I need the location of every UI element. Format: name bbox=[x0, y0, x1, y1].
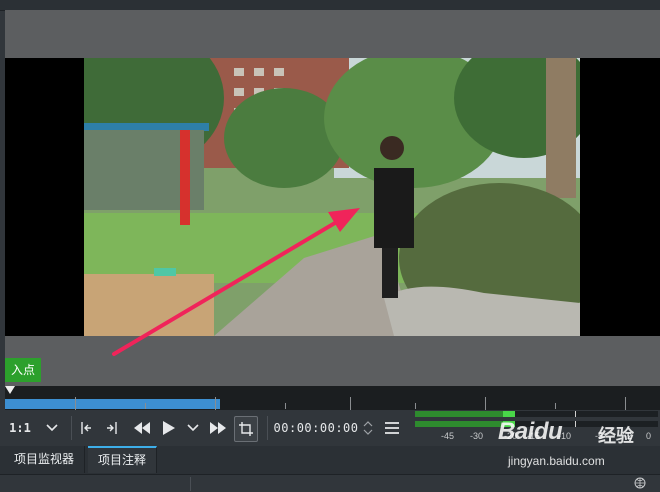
zone-bar[interactable] bbox=[5, 399, 220, 409]
watermark-url: jingyan.baidu.com bbox=[508, 454, 605, 468]
fast-forward-icon[interactable] bbox=[207, 416, 229, 440]
rewind-icon[interactable] bbox=[131, 416, 153, 440]
chevron-down-icon[interactable] bbox=[185, 416, 201, 440]
set-out-icon[interactable] bbox=[103, 416, 121, 440]
meter-fill-left bbox=[415, 411, 515, 417]
tab-project-monitor[interactable]: 项目监视器 bbox=[4, 446, 86, 473]
meter-scale-label: -45 bbox=[441, 431, 455, 441]
ruler-tick bbox=[75, 397, 76, 410]
toolbar-separator bbox=[71, 416, 72, 440]
watermark-brand-cn: 经验 bbox=[598, 426, 634, 447]
ruler-tick bbox=[350, 397, 351, 410]
baidu-jingyan-watermark: Baidu 经验 jingyan.baidu.com bbox=[498, 418, 658, 478]
meter-scale-label: -30 bbox=[470, 431, 484, 441]
watermark-brand: Baidu bbox=[498, 418, 563, 445]
toolbar-separator bbox=[267, 416, 268, 440]
ruler-tick bbox=[415, 403, 416, 409]
hamburger-menu-icon[interactable] bbox=[383, 416, 401, 440]
timeline-ruler[interactable] bbox=[5, 386, 660, 410]
video-preview bbox=[84, 58, 580, 336]
crop-icon[interactable] bbox=[234, 416, 258, 442]
ruler-tick bbox=[285, 403, 286, 409]
play-icon[interactable] bbox=[159, 416, 179, 440]
chevron-down-icon[interactable] bbox=[43, 416, 61, 440]
in-point-badge: 入点 bbox=[5, 358, 42, 382]
timecode-field[interactable]: 00:00:00:00 bbox=[274, 416, 358, 440]
playhead-marker[interactable] bbox=[5, 386, 15, 394]
ruler-tick bbox=[625, 397, 626, 410]
ruler-tick bbox=[485, 397, 486, 410]
set-in-icon[interactable] bbox=[77, 416, 95, 440]
ruler-tick bbox=[145, 403, 146, 409]
ruler-tick bbox=[215, 397, 216, 410]
ruler-tick bbox=[555, 403, 556, 409]
tab-project-notes[interactable]: 项目注释 bbox=[88, 446, 158, 473]
zoom-level[interactable]: 1:1 bbox=[9, 416, 31, 440]
spinner-icon[interactable] bbox=[361, 416, 375, 440]
meter-channel-left bbox=[415, 411, 658, 417]
